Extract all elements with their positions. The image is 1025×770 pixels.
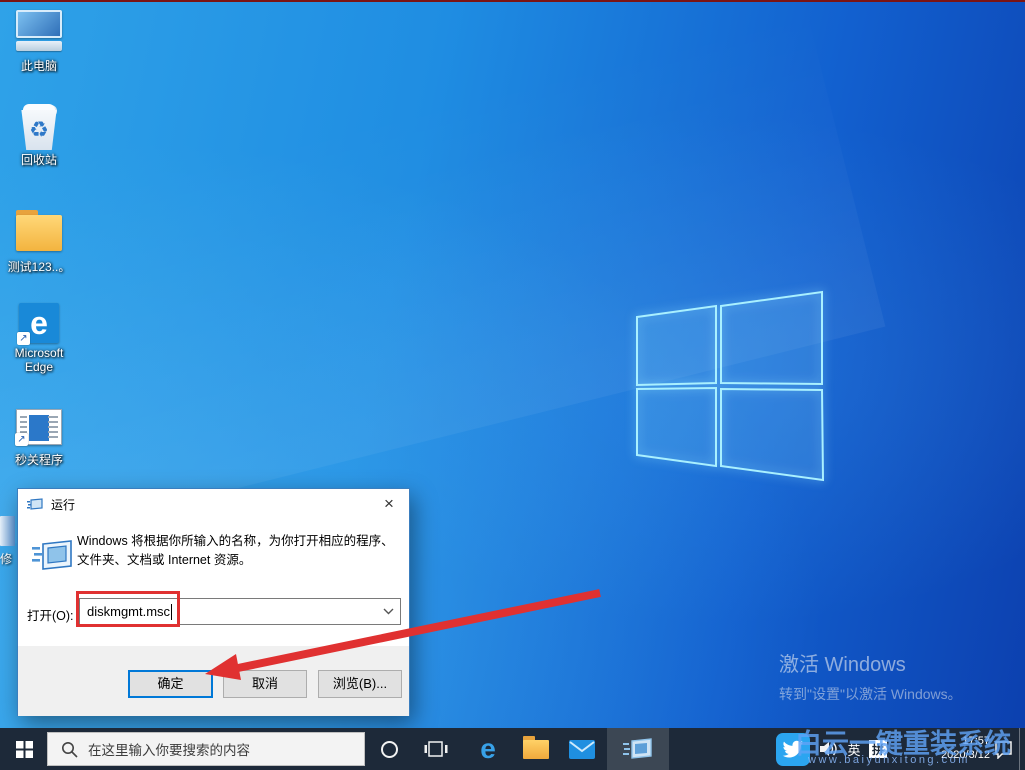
tray-volume-button[interactable] <box>816 728 842 770</box>
icon-label: 秒关程序 <box>1 453 77 467</box>
folder-icon <box>16 216 62 252</box>
activation-watermark: 激活 Windows 转到"设置"以激活 Windows。 <box>779 648 962 704</box>
file-explorer-icon <box>523 740 549 759</box>
edge-icon: e ↗ <box>19 303 59 343</box>
tray-ime-mode[interactable]: 拼 <box>866 728 890 770</box>
chevron-down-icon <box>383 608 394 615</box>
cortana-button[interactable] <box>366 728 412 770</box>
tray-language-indicator[interactable]: 英 <box>842 728 866 770</box>
run-dialog-icon <box>27 498 43 511</box>
activation-line1: 激活 Windows <box>779 648 962 677</box>
clock-time: 17:57 <box>895 734 990 748</box>
mail-icon <box>569 740 595 759</box>
mail-button[interactable] <box>558 728 606 770</box>
cancel-button[interactable]: 取消 <box>223 670 307 698</box>
desktop: 激活 Windows 转到"设置"以激活 Windows。 此电脑 ♻ 回收站 … <box>0 0 1025 770</box>
start-button[interactable] <box>0 728 48 770</box>
open-field-label: 打开(O): <box>27 605 74 624</box>
shortcut-arrow-icon: ↗ <box>17 332 30 345</box>
program-window-icon: ↗ <box>16 409 62 445</box>
desktop-icon-program[interactable]: ↗ 秒关程序 <box>1 409 77 467</box>
run-dialog-titlebar[interactable]: 运行 × <box>18 489 409 519</box>
description-line2: 文件夹、文档或 Internet 资源。 <box>77 553 251 567</box>
taskbar-edge-button[interactable]: e <box>464 728 512 770</box>
task-view-icon <box>424 737 448 761</box>
cortana-icon <box>381 741 398 758</box>
icon-label: 此电脑 <box>1 59 77 73</box>
language-label: 英 <box>847 740 860 759</box>
tray-clock[interactable]: 17:57 2020/3/12 <box>895 734 990 762</box>
desktop-icon-microsoft-edge[interactable]: e ↗ Microsoft Edge <box>1 303 77 374</box>
taskbar: 在这里输入你要搜索的内容 e <box>0 728 1025 770</box>
icon-label: Microsoft Edge <box>1 346 77 374</box>
clock-date: 2020/3/12 <box>895 748 990 762</box>
run-icon-large <box>31 539 73 575</box>
recycle-bin-icon: ♻ <box>19 110 59 150</box>
desktop-icon-recycle-bin[interactable]: ♻ 回收站 <box>1 102 77 167</box>
hidden-icon-fragment <box>0 516 15 546</box>
taskbar-search-input[interactable]: 在这里输入你要搜索的内容 <box>47 732 365 766</box>
run-icon <box>623 737 653 762</box>
taskbar-run-button-active[interactable] <box>607 728 669 770</box>
ok-button[interactable]: 确定 <box>128 670 213 698</box>
twitter-icon <box>776 733 810 766</box>
desktop-icon-test-folder[interactable]: 测试123..。 <box>1 208 77 274</box>
activation-line2: 转到"设置"以激活 Windows。 <box>779 684 962 704</box>
windows-wallpaper-logo <box>630 285 830 485</box>
top-edge-artifact <box>0 0 1025 2</box>
tray-twitter-button[interactable] <box>772 728 814 770</box>
search-placeholder: 在这里输入你要搜索的内容 <box>88 739 250 759</box>
ime-mode-label: 拼 <box>869 740 887 758</box>
combobox-dropdown-button[interactable] <box>378 601 398 622</box>
close-icon[interactable]: × <box>375 493 403 514</box>
this-pc-icon <box>16 10 62 51</box>
search-icon <box>61 741 78 758</box>
file-explorer-button[interactable] <box>512 728 560 770</box>
description-line1: Windows 将根据你所输入的名称，为你打开相应的程序、 <box>77 534 394 548</box>
shortcut-arrow-icon: ↗ <box>15 433 28 446</box>
edge-icon: e <box>480 733 496 765</box>
action-center-button[interactable] <box>988 728 1018 770</box>
annotation-highlight-box <box>76 591 180 627</box>
desktop-icon-partially-hidden[interactable]: 修 <box>0 516 17 567</box>
desktop-icon-this-pc[interactable]: 此电脑 <box>1 10 77 73</box>
icon-label: 测试123..。 <box>1 260 77 274</box>
icon-label: 回收站 <box>1 153 77 167</box>
task-view-button[interactable] <box>412 728 460 770</box>
icon-label: 修 <box>0 550 17 567</box>
run-dialog-description: Windows 将根据你所输入的名称，为你打开相应的程序、 文件夹、文档或 In… <box>77 532 402 570</box>
show-desktop-divider[interactable] <box>1019 728 1020 770</box>
speaker-icon <box>819 740 839 758</box>
action-center-icon <box>993 740 1013 759</box>
run-dialog-title: 运行 <box>51 496 75 513</box>
windows-start-icon <box>16 741 33 758</box>
browse-button[interactable]: 浏览(B)... <box>318 670 402 698</box>
run-dialog-footer: 确定 取消 浏览(B)... <box>18 646 409 716</box>
